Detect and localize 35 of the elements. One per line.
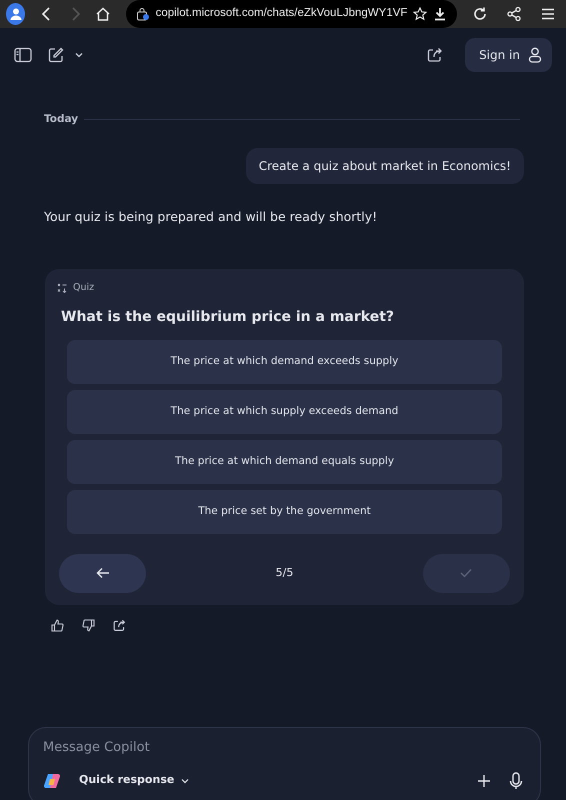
sidebar-icon[interactable] [14, 47, 32, 63]
sign-in-button[interactable]: Sign in [465, 38, 552, 72]
answer-option[interactable]: The price at which demand equals supply [67, 440, 502, 484]
lock-icon [136, 7, 150, 21]
assistant-message: Your quiz is being prepared and will be ready shortly! [44, 208, 378, 226]
thumbs-down-icon[interactable] [82, 618, 95, 632]
answer-option[interactable]: The price at which demand exceeds supply [67, 340, 502, 384]
home-icon[interactable] [95, 6, 112, 22]
thumbs-up-icon[interactable] [51, 618, 64, 632]
checkmark-icon [460, 568, 472, 578]
response-mode-dropdown[interactable]: Quick response [79, 772, 190, 789]
profile-avatar-icon[interactable] [6, 3, 26, 25]
answer-option[interactable]: The price set by the government [67, 490, 502, 534]
copilot-logo-icon[interactable] [43, 772, 61, 790]
share-icon[interactable] [506, 6, 522, 22]
menu-icon[interactable] [540, 6, 556, 22]
quiz-label: Quiz [73, 280, 94, 294]
person-icon [528, 47, 542, 63]
star-icon[interactable] [413, 7, 428, 21]
arrow-left-icon [96, 567, 110, 580]
message-input-field[interactable]: Message Copilot [43, 738, 243, 758]
plus-icon[interactable] [477, 774, 491, 788]
download-icon[interactable] [433, 7, 448, 21]
quiz-question: What is the equilibrium price in a market? [61, 308, 396, 327]
chevron-down-icon[interactable] [74, 50, 84, 60]
reload-icon[interactable] [472, 6, 488, 22]
answer-option[interactable]: The price at which supply exceeds demand [67, 390, 502, 434]
share-icon[interactable] [427, 47, 444, 63]
question-counter: 5/5 [276, 565, 294, 581]
date-divider-label: Today [44, 112, 78, 127]
user-message: Create a quiz about market in Economics! [246, 148, 524, 184]
microphone-icon[interactable] [509, 772, 523, 790]
share-icon[interactable] [113, 618, 126, 632]
quiz-icon [57, 282, 67, 293]
new-chat-icon[interactable] [48, 47, 64, 63]
